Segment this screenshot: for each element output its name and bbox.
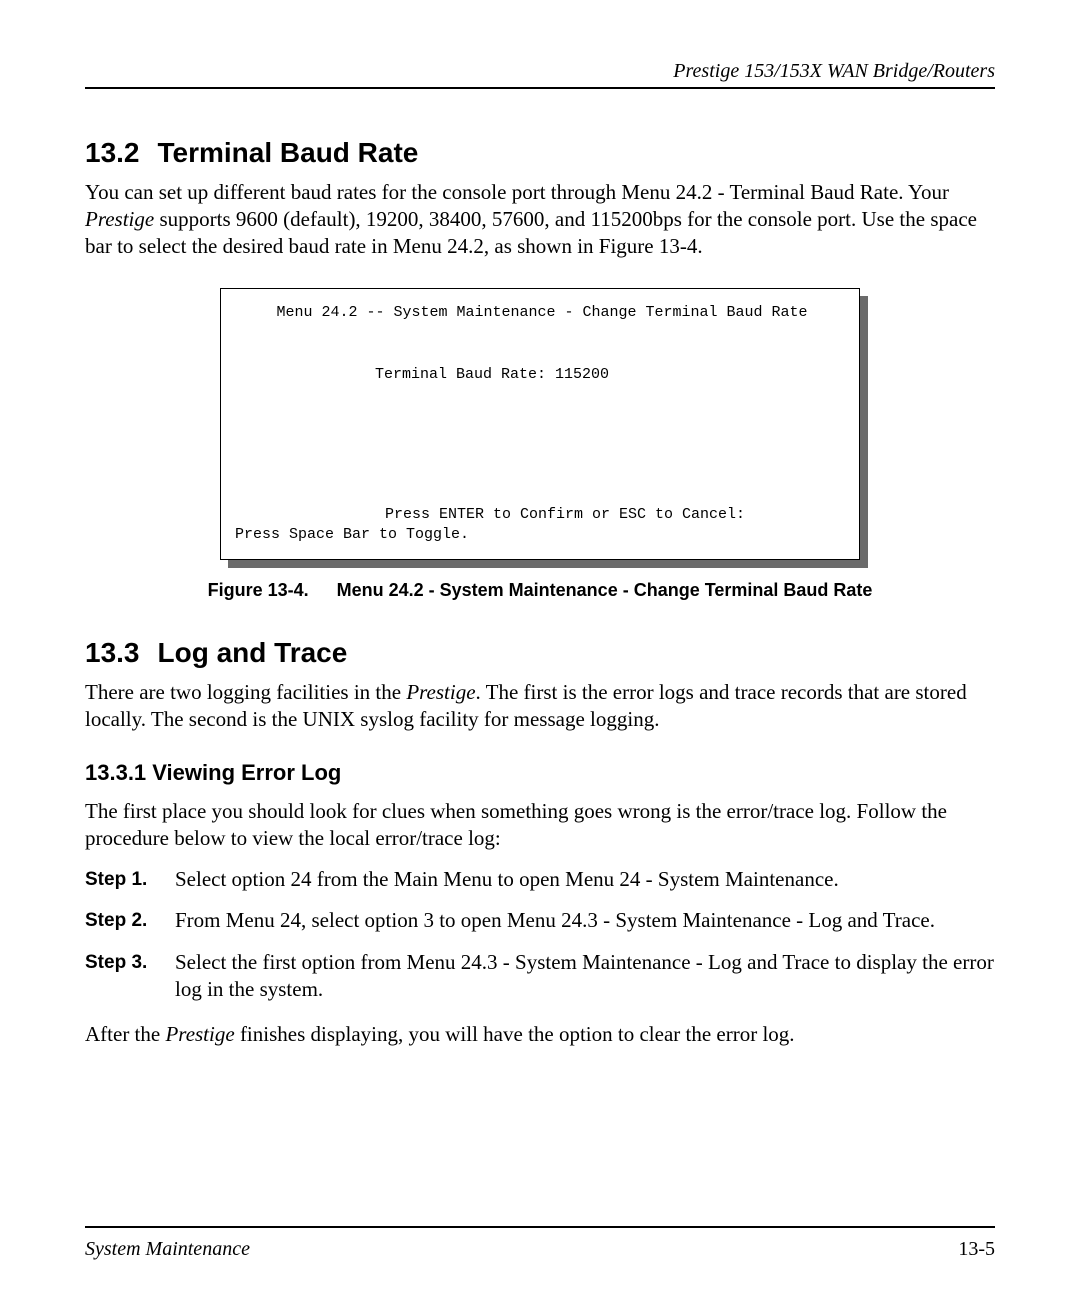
figure-number: Figure 13-4. [208,580,309,601]
step-label: Step 1. [85,866,175,893]
footer-right: 13-5 [958,1238,995,1261]
step-label: Step 2. [85,907,175,934]
footer-left: System Maintenance [85,1238,250,1261]
terminal-confirm-line: Press ENTER to Confirm or ESC to Cancel: [385,505,849,525]
step-text: Select the first option from Menu 24.3 -… [175,949,995,1004]
figure-caption-text: Menu 24.2 - System Maintenance - Change … [337,580,873,600]
step-text: From Menu 24, select option 3 to open Me… [175,907,995,934]
header-title: Prestige 153/153X WAN Bridge/Routers [673,60,995,82]
subsection-13-3-1-heading: 13.3.1 Viewing Error Log [85,760,995,786]
section-13-2-heading: 13.2 Terminal Baud Rate [85,137,995,169]
terminal-baud-rate-line: Terminal Baud Rate: 115200 [375,365,849,385]
step-row: Step 3. Select the first option from Men… [85,949,995,1004]
steps-list: Step 1. Select option 24 from the Main M… [85,866,995,1003]
terminal-box: Menu 24.2 -- System Maintenance - Change… [220,288,860,560]
step-label: Step 3. [85,949,175,976]
section-13-2-paragraph: You can set up different baud rates for … [85,179,995,260]
page: Prestige 153/153X WAN Bridge/Routers 13.… [0,0,1080,1311]
step-row: Step 1. Select option 24 from the Main M… [85,866,995,893]
section-title: Terminal Baud Rate [158,137,419,168]
section-number: 13.2 [85,137,140,169]
section-13-3-heading: 13.3 Log and Trace [85,637,995,669]
page-header: Prestige 153/153X WAN Bridge/Routers [85,60,995,89]
footer-rule [85,1226,995,1228]
section-title: Log and Trace [158,637,348,668]
page-footer: System Maintenance 13-5 [85,1226,995,1261]
terminal-toggle-line: Press Space Bar to Toggle. [235,525,849,545]
after-steps-paragraph: After the Prestige finishes displaying, … [85,1021,995,1048]
figure-caption: Figure 13-4. Menu 24.2 - System Maintenan… [160,580,920,601]
step-row: Step 2. From Menu 24, select option 3 to… [85,907,995,934]
subsection-paragraph: The first place you should look for clue… [85,798,995,852]
step-text: Select option 24 from the Main Menu to o… [175,866,995,893]
footer-row: System Maintenance 13-5 [85,1238,995,1261]
terminal-title: Menu 24.2 -- System Maintenance - Change… [235,303,849,323]
section-number: 13.3 [85,637,140,669]
section-13-3-paragraph: There are two logging facilities in the … [85,679,995,733]
terminal-figure-wrap: Menu 24.2 -- System Maintenance - Change… [220,288,860,560]
